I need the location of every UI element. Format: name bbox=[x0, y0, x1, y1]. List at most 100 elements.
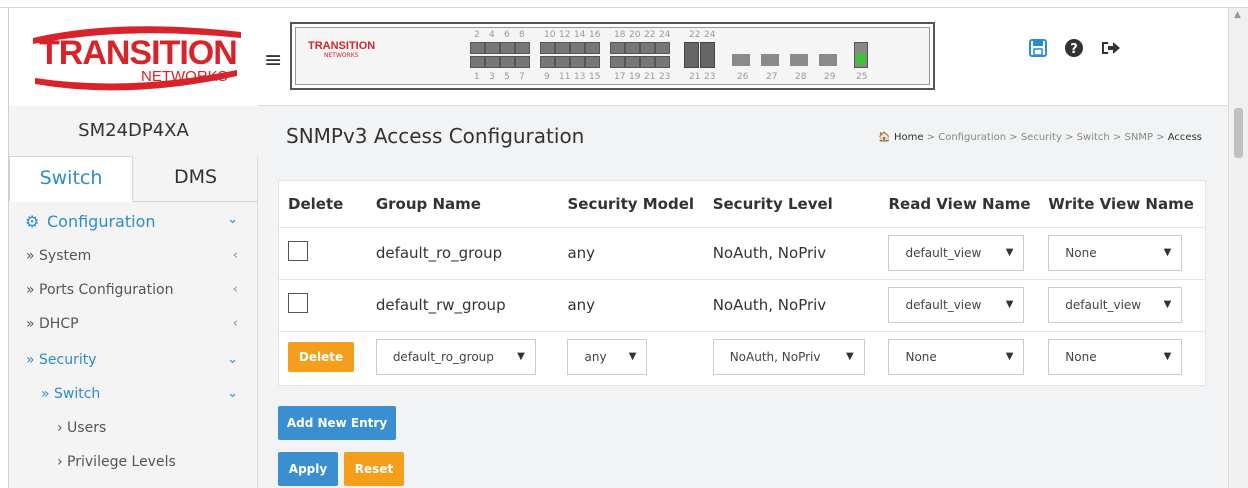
ethernet-port[interactable] bbox=[640, 56, 655, 68]
reset-button[interactable]: Reset bbox=[344, 452, 404, 486]
ethernet-port[interactable] bbox=[655, 42, 670, 54]
select-value: default_view bbox=[905, 298, 982, 312]
menu-icon[interactable]: ≡ bbox=[264, 48, 282, 73]
chevron-down-icon: ▼ bbox=[1163, 247, 1172, 258]
port-number-label: 8 bbox=[519, 30, 525, 40]
ethernet-port[interactable] bbox=[485, 56, 500, 68]
uplink-port[interactable] bbox=[819, 54, 837, 66]
delete-checkbox[interactable] bbox=[288, 241, 308, 261]
delete-button[interactable]: Delete bbox=[288, 342, 354, 373]
ethernet-port[interactable] bbox=[515, 56, 530, 68]
ethernet-port[interactable] bbox=[540, 56, 555, 68]
management-port[interactable] bbox=[854, 42, 868, 68]
ethernet-port[interactable] bbox=[640, 42, 655, 54]
tab-switch[interactable]: Switch bbox=[9, 156, 133, 202]
chevron-down-icon: ⌄ bbox=[227, 352, 238, 367]
port-number-label: 19 bbox=[629, 72, 641, 82]
logout-icon[interactable] bbox=[1100, 38, 1122, 58]
save-icon[interactable] bbox=[1028, 38, 1048, 58]
breadcrumb-security[interactable]: Security bbox=[1021, 132, 1062, 143]
read-view-select[interactable]: default_view ▼ bbox=[888, 287, 1025, 323]
delete-checkbox[interactable] bbox=[288, 293, 308, 313]
security-level-select[interactable]: NoAuth, NoPriv ▼ bbox=[712, 339, 865, 376]
ethernet-port[interactable] bbox=[655, 56, 670, 68]
ethernet-port[interactable] bbox=[500, 56, 515, 68]
read-view-select[interactable]: default_view ▼ bbox=[888, 235, 1025, 271]
apply-button[interactable]: Apply bbox=[278, 452, 338, 486]
sidebar-item-security[interactable]: » Security ⌄ bbox=[9, 344, 258, 378]
security-model-cell: any bbox=[558, 226, 704, 279]
write-view-select[interactable]: None ▼ bbox=[1048, 339, 1183, 376]
chevron-left-icon: ‹ bbox=[232, 248, 238, 263]
ethernet-port[interactable] bbox=[555, 56, 570, 68]
select-value: NoAuth, NoPriv bbox=[729, 350, 821, 365]
sidebar-item-ports-configuration[interactable]: » Ports Configuration ‹ bbox=[9, 274, 258, 308]
breadcrumb-snmp[interactable]: SNMP bbox=[1125, 132, 1154, 143]
write-view-select[interactable]: None ▼ bbox=[1048, 235, 1183, 271]
breadcrumb-configuration[interactable]: Configuration bbox=[938, 132, 1006, 143]
breadcrumb-separator: > bbox=[926, 132, 936, 143]
chevron-down-icon: ▼ bbox=[628, 351, 637, 363]
uplink-port[interactable] bbox=[732, 54, 750, 66]
security-model-select[interactable]: any ▼ bbox=[567, 339, 648, 376]
home-icon[interactable]: 🏠 bbox=[878, 132, 890, 143]
port-number-label: 13 bbox=[574, 72, 586, 82]
switch-panel-face: TRANSITION NETWORKS 2 4 6 8 10 12 14 16 18 20 22 24… bbox=[295, 27, 930, 85]
ethernet-port[interactable] bbox=[515, 42, 530, 54]
security-level-cell: NoAuth, NoPriv bbox=[703, 226, 880, 279]
scroll-up-icon[interactable]: ▲ bbox=[1234, 10, 1241, 20]
ethernet-port[interactable] bbox=[625, 42, 640, 54]
port-number-label: 28 bbox=[795, 72, 807, 82]
ethernet-port[interactable] bbox=[470, 42, 485, 54]
port-number-label: 26 bbox=[737, 72, 749, 82]
port-number-label: 5 bbox=[504, 72, 510, 82]
breadcrumb-switch[interactable]: Switch bbox=[1077, 132, 1110, 143]
ethernet-port[interactable] bbox=[570, 42, 585, 54]
ethernet-port[interactable] bbox=[470, 56, 485, 68]
port-number-label: 10 bbox=[544, 30, 556, 40]
sidebar-item-configuration[interactable]: ⚙ Configuration ⌄ bbox=[9, 204, 258, 238]
sidebar-item-dhcp[interactable]: » DHCP ‹ bbox=[9, 308, 258, 342]
ethernet-port[interactable] bbox=[625, 56, 640, 68]
port-number-label: 2 bbox=[474, 30, 480, 40]
ethernet-port[interactable] bbox=[610, 42, 625, 54]
column-header: Read View Name bbox=[888, 194, 1031, 213]
scrollbar-thumb[interactable] bbox=[1234, 108, 1243, 158]
port-number-label: 7 bbox=[519, 72, 525, 82]
tab-dms[interactable]: DMS bbox=[133, 156, 258, 202]
ethernet-port[interactable] bbox=[570, 56, 585, 68]
chevron-down-icon: ▼ bbox=[1163, 351, 1172, 363]
uplink-port[interactable] bbox=[790, 54, 808, 66]
help-icon[interactable]: ? bbox=[1064, 38, 1084, 58]
add-new-entry-button[interactable]: Add New Entry bbox=[278, 406, 396, 440]
main-content: SNMPv3 Access Configuration 🏠 Home > Con… bbox=[258, 106, 1228, 488]
port-number-label: 15 bbox=[589, 72, 601, 82]
ethernet-port[interactable] bbox=[485, 42, 500, 54]
uplink-port[interactable] bbox=[761, 54, 779, 66]
panel-logo-sub: NETWORKS bbox=[324, 52, 359, 59]
column-header: Write View Name bbox=[1048, 194, 1194, 213]
sidebar-item-switch[interactable]: » Switch ⌄ bbox=[9, 378, 258, 412]
read-view-select[interactable]: None ▼ bbox=[888, 339, 1025, 376]
ethernet-port[interactable] bbox=[585, 56, 600, 68]
sidebar-item-users[interactable]: › Users bbox=[9, 412, 258, 446]
column-header: Delete bbox=[288, 194, 344, 213]
write-view-select[interactable]: default_view ▼ bbox=[1048, 287, 1183, 323]
sfp-port[interactable] bbox=[684, 42, 699, 68]
ethernet-port[interactable] bbox=[585, 42, 600, 54]
table-row-new-entry: Delete default_ro_group ▼ any ▼ NoAuth, No… bbox=[279, 330, 1205, 383]
vertical-scrollbar[interactable]: ▲ bbox=[1228, 8, 1248, 488]
sidebar-item-system[interactable]: » System ‹ bbox=[9, 240, 258, 274]
ethernet-port[interactable] bbox=[500, 42, 515, 54]
sidebar-item-privilege-levels[interactable]: › Privilege Levels bbox=[9, 446, 258, 480]
breadcrumb-home[interactable]: Home bbox=[894, 132, 924, 143]
page-title: SNMPv3 Access Configuration bbox=[286, 124, 585, 148]
port-number-label: 21 bbox=[644, 72, 656, 82]
ethernet-port[interactable] bbox=[610, 56, 625, 68]
ethernet-port[interactable] bbox=[555, 42, 570, 54]
security-model-cell: any bbox=[558, 278, 704, 331]
group-name-select[interactable]: default_ro_group ▼ bbox=[375, 339, 536, 376]
ethernet-port[interactable] bbox=[540, 42, 555, 54]
sfp-port[interactable] bbox=[700, 42, 715, 68]
port-number-label: 24 bbox=[704, 30, 716, 40]
